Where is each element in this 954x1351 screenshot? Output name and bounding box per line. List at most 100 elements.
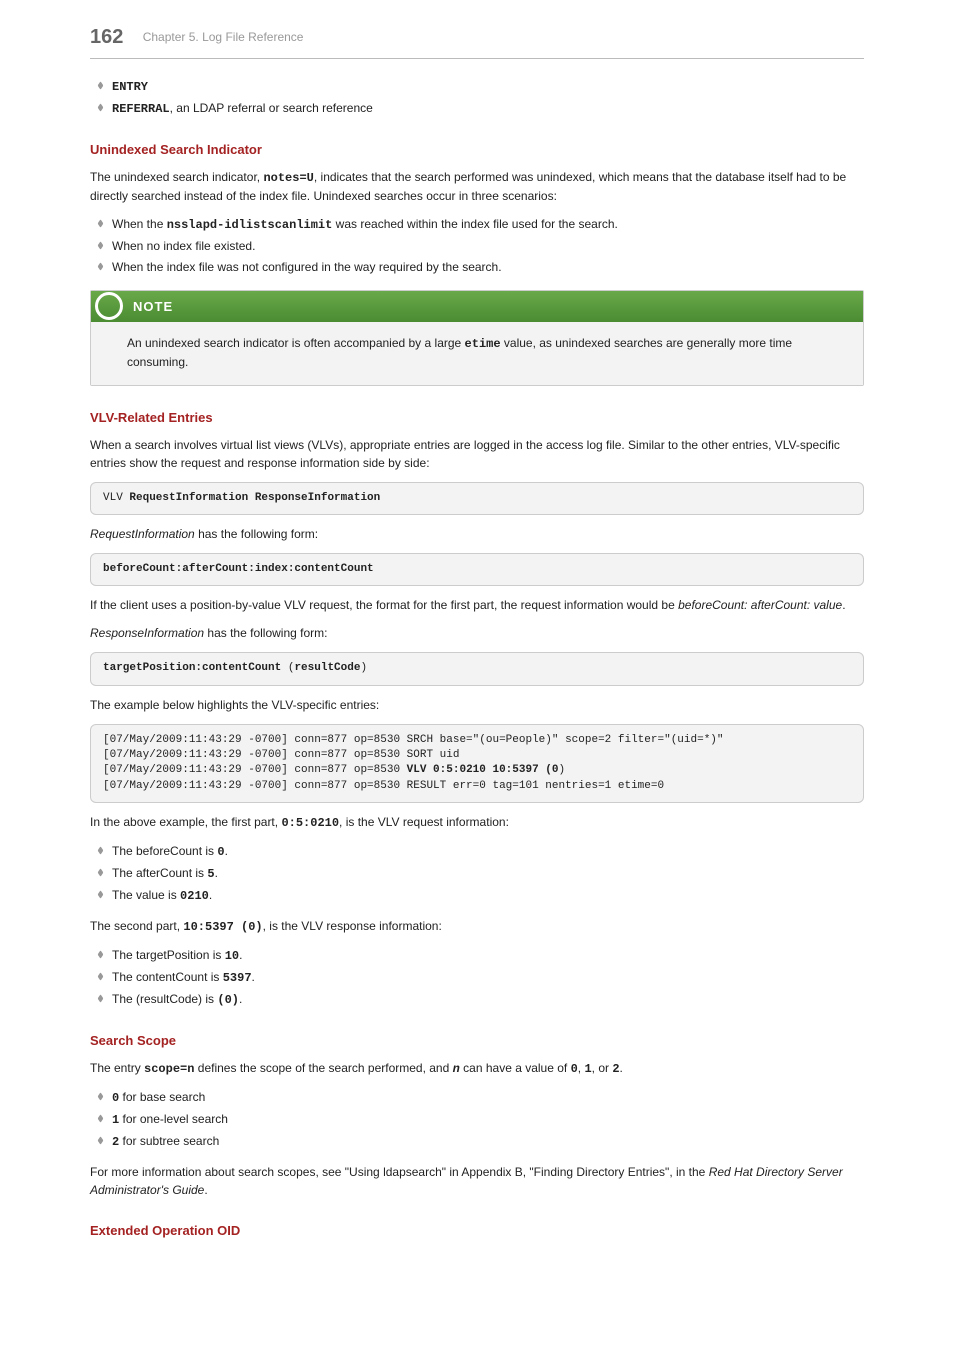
text: . [225, 844, 228, 858]
text: . [239, 948, 242, 962]
text: The afterCount is [112, 866, 207, 880]
text: . [215, 866, 218, 880]
text: , is the VLV response information: [263, 919, 442, 933]
text: The targetPosition is [112, 948, 225, 962]
text: The beforeCount is [112, 844, 217, 858]
bold-term: resultCode [294, 662, 360, 674]
text: for one-level search [119, 1112, 228, 1126]
text: ( [281, 662, 294, 674]
text: When the [112, 217, 167, 231]
list-item: The contentCount is 5397. [112, 968, 864, 987]
list-item: 2 for subtree search [112, 1132, 864, 1151]
bold-term: 0 [571, 1062, 578, 1076]
bold-term: RequestInformation ResponseInformation [129, 492, 380, 504]
text: The value is [112, 888, 180, 902]
note-body: An unindexed search indicator is often a… [91, 322, 863, 385]
text: . [209, 888, 212, 902]
note-box: NOTE An unindexed search indicator is of… [90, 290, 864, 387]
text: defines the scope of the search performe… [194, 1061, 452, 1075]
italic-term: beforeCount: afterCount: value [678, 598, 842, 612]
list-item: 1 for one-level search [112, 1110, 864, 1129]
bold-term: 5 [207, 867, 214, 881]
paragraph: RequestInformation has the following for… [90, 525, 864, 543]
text: The second part, [90, 919, 183, 933]
note-header: NOTE [91, 291, 863, 323]
paragraph: For more information about search scopes… [90, 1163, 864, 1199]
bold-term: nsslapd-idlistscanlimit [167, 218, 333, 232]
paragraph: In the above example, the first part, 0:… [90, 813, 864, 832]
list-item: 0 for base search [112, 1088, 864, 1107]
text: An unindexed search indicator is often a… [127, 336, 465, 350]
bold-term: 1 [584, 1062, 591, 1076]
text: . [252, 970, 255, 984]
list-item: The beforeCount is 0. [112, 842, 864, 861]
list-item: The afterCount is 5. [112, 864, 864, 883]
request-info-list: The beforeCount is 0. The afterCount is … [90, 842, 864, 905]
scope-list: 0 for base search 1 for one-level search… [90, 1088, 864, 1151]
code-block: VLV RequestInformation ResponseInformati… [90, 482, 864, 515]
response-info-list: The targetPosition is 10. The contentCou… [90, 946, 864, 1009]
text: for subtree search [119, 1134, 219, 1148]
list-item: When no index file existed. [112, 237, 864, 255]
italic-term: RequestInformation [90, 527, 195, 541]
bold-term: scope=n [144, 1062, 194, 1076]
scenario-list: When the nsslapd-idlistscanlimit was rea… [90, 215, 864, 276]
text: The contentCount is [112, 970, 223, 984]
bold-term: 10 [225, 949, 239, 963]
section-heading: Search Scope [90, 1031, 864, 1051]
paragraph: When a search involves virtual list view… [90, 436, 864, 472]
text: was reached within the index file used f… [332, 217, 618, 231]
text: If the client uses a position-by-value V… [90, 598, 678, 612]
bold-term: (0) [217, 993, 239, 1007]
list-item: ENTRY [112, 77, 864, 96]
paragraph: ResponseInformation has the following fo… [90, 624, 864, 642]
text: For more information about search scopes… [90, 1165, 709, 1179]
paragraph: The unindexed search indicator, notes=U,… [90, 168, 864, 205]
list-item: The (resultCode) is (0). [112, 990, 864, 1009]
text: . [204, 1183, 207, 1197]
text: , or [592, 1061, 613, 1075]
text: . [842, 598, 845, 612]
text: for base search [119, 1090, 205, 1104]
text: . [620, 1061, 623, 1075]
paragraph: The second part, 10:5397 (0), is the VLV… [90, 917, 864, 936]
list-item: When the nsslapd-idlistscanlimit was rea… [112, 215, 864, 234]
bold-term: beforeCount:afterCount:index:contentCoun… [103, 563, 374, 575]
page: 162 Chapter 5. Log File Reference ENTRY … [0, 0, 954, 1288]
section-heading: Unindexed Search Indicator [90, 140, 864, 160]
text: ) [360, 662, 367, 674]
text: can have a value of [460, 1061, 571, 1075]
text: In the above example, the first part, [90, 815, 281, 829]
code-block: [07/May/2009:11:43:29 -0700] conn=877 op… [90, 724, 864, 804]
note-label: NOTE [133, 291, 179, 323]
text: The unindexed search indicator, [90, 170, 263, 184]
list-item: When the index file was not configured i… [112, 258, 864, 276]
section-heading: VLV-Related Entries [90, 408, 864, 428]
text: , is the VLV request information: [339, 815, 509, 829]
paragraph: The example below highlights the VLV-spe… [90, 696, 864, 714]
bold-term: notes=U [263, 171, 313, 185]
text: has the following form: [195, 527, 318, 541]
bold-term: targetPosition:contentCount [103, 662, 281, 674]
text: The (resultCode) is [112, 992, 217, 1006]
bold-term: 10:5397 (0) [183, 920, 262, 934]
bold-term: 2 [612, 1062, 619, 1076]
code-block: beforeCount:afterCount:index:contentCoun… [90, 553, 864, 586]
paragraph: If the client uses a position-by-value V… [90, 596, 864, 614]
bold-term: REFERRAL [112, 102, 170, 116]
text: has the following form: [204, 626, 327, 640]
page-number: 162 [90, 26, 123, 48]
bold-term: etime [465, 337, 501, 351]
text: The entry [90, 1061, 144, 1075]
note-icon [95, 292, 123, 320]
list-item: REFERRAL, an LDAP referral or search ref… [112, 99, 864, 118]
bold-term: 0 [217, 845, 224, 859]
page-header: 162 Chapter 5. Log File Reference [90, 22, 864, 59]
code-block: targetPosition:contentCount (resultCode) [90, 652, 864, 685]
entry-type-list: ENTRY REFERRAL, an LDAP referral or sear… [90, 77, 864, 118]
italic-bold-term: n [453, 1062, 460, 1076]
bold-term: 5397 [223, 971, 252, 985]
list-item: The value is 0210. [112, 886, 864, 905]
bold-term: 0210 [180, 889, 209, 903]
bold-term: 0:5:0210 [281, 816, 339, 830]
